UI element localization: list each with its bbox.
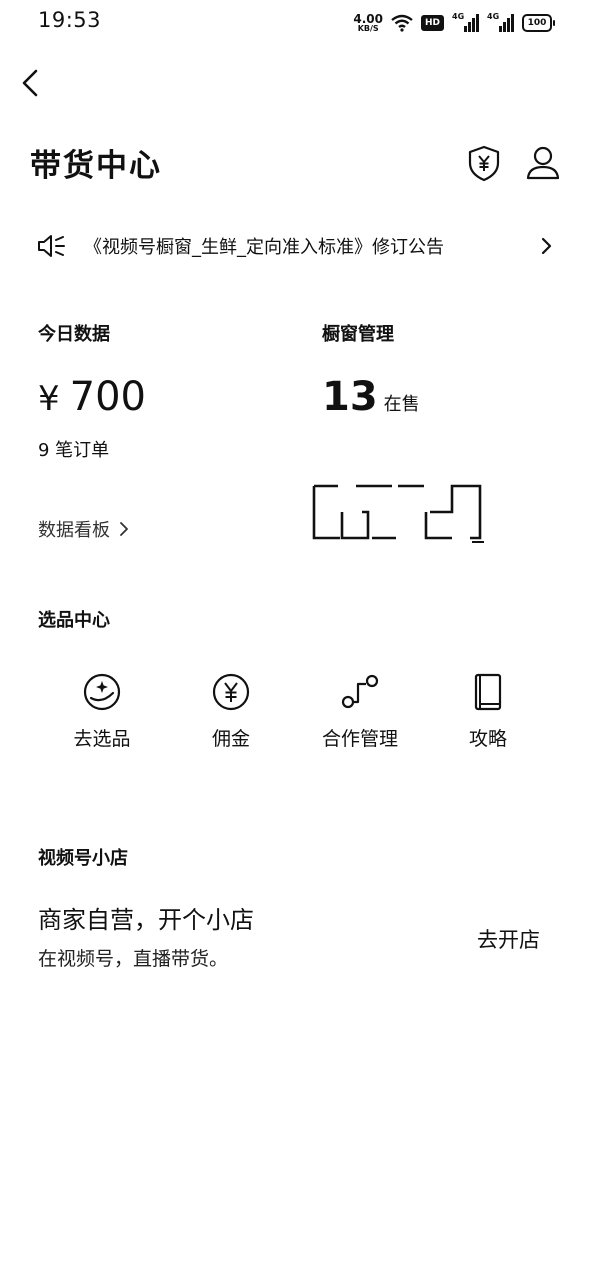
announcement-bar[interactable]: 《视频号橱窗_生鲜_定向准入标准》修订公告 [36, 230, 554, 262]
cooperation-management-label: 合作管理 [321, 728, 398, 750]
guide-label: 攻略 [468, 728, 507, 750]
back-icon [22, 69, 38, 97]
shop-subtitle: 在视频号，直播带货。 [38, 948, 229, 970]
product-thumbnails[interactable] [312, 482, 484, 546]
today-sales-amount: ¥ 700 [38, 374, 146, 420]
profile-button[interactable] [523, 143, 563, 183]
hd-badge: HD [420, 15, 444, 31]
open-shop-button[interactable]: 去开店 [477, 924, 540, 954]
shield-yen-icon [468, 145, 500, 182]
commission-button[interactable]: 佣金 [171, 672, 291, 762]
selection-center-label: 选品中心 [38, 610, 110, 631]
chevron-right-icon [120, 522, 128, 536]
commission-label: 佣金 [211, 728, 250, 750]
security-button[interactable] [464, 143, 504, 183]
network-speed: 4.00 KB/S [353, 12, 383, 33]
signal-icon: 4G [487, 12, 514, 32]
speaker-icon [38, 235, 65, 257]
shop-title: 商家自营，开个小店 [38, 906, 254, 934]
cooperation-icon [341, 674, 379, 709]
on-sale-unit: 在售 [383, 394, 420, 415]
commission-yen-icon [212, 673, 250, 711]
currency-symbol: ¥ [38, 379, 60, 419]
guide-button[interactable]: 攻略 [428, 672, 548, 762]
battery-icon: 100 [522, 14, 555, 32]
wifi-icon [391, 14, 413, 32]
channels-shop-label: 视频号小店 [38, 848, 128, 869]
select-product-icon [83, 673, 121, 711]
cooperation-management-button[interactable]: 合作管理 [300, 672, 420, 762]
window-management-label[interactable]: 橱窗管理 [322, 320, 394, 346]
page-title: 带货中心 [30, 148, 162, 184]
back-button[interactable] [18, 66, 46, 100]
on-sale-count: 13 在售 [322, 374, 420, 420]
chevron-right-icon [541, 237, 552, 255]
status-time: 19:53 [38, 8, 102, 32]
on-sale-number: 13 [322, 374, 378, 420]
order-count: 9 笔订单 [38, 440, 110, 461]
user-icon [526, 146, 560, 180]
select-products-label: 去选品 [73, 728, 131, 750]
status-icons: 4.00 KB/S HD 4G 4G 100 [353, 10, 555, 36]
guide-book-icon [474, 673, 502, 711]
select-products-button[interactable]: 去选品 [42, 672, 162, 762]
data-dashboard-link[interactable]: 数据看板 [38, 516, 130, 542]
sales-value: 700 [69, 374, 146, 420]
product-thumbnail-strip [312, 484, 484, 543]
data-dashboard-label: 数据看板 [38, 520, 110, 541]
announcement-text: 《视频号橱窗_生鲜_定向准入标准》修订公告 [84, 237, 444, 258]
signal-icon: 4G [452, 12, 479, 32]
today-data-label: 今日数据 [38, 324, 110, 345]
